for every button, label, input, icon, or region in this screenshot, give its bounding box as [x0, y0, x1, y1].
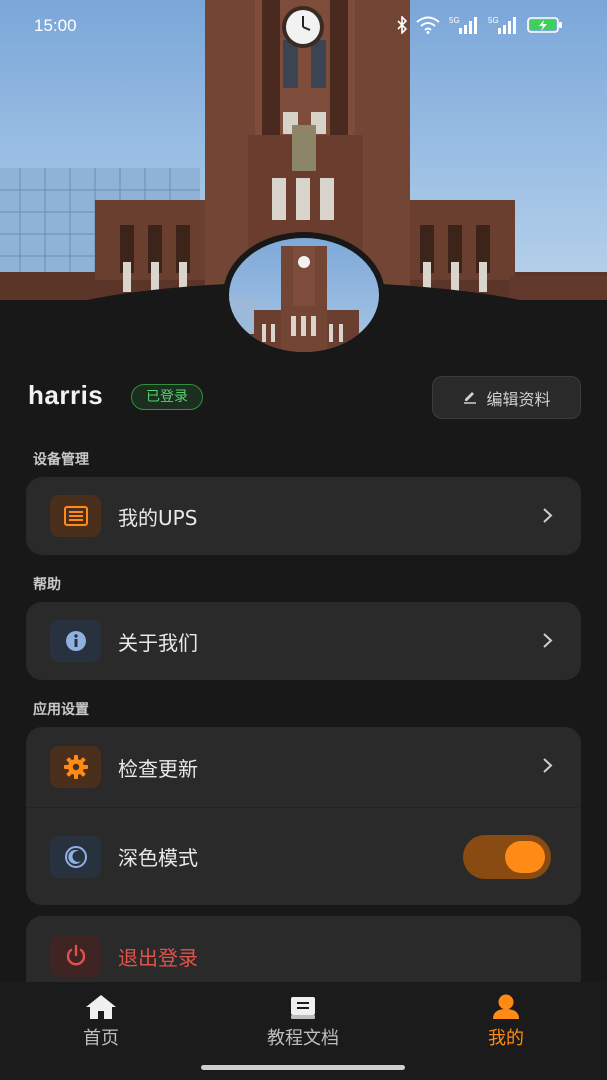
info-icon: [50, 620, 101, 662]
menu-item-about-us[interactable]: 关于我们: [26, 602, 581, 680]
status-badge: 已登录: [131, 384, 203, 410]
edit-profile-button[interactable]: 编辑资料: [432, 376, 581, 419]
battery-charging-icon: [527, 15, 563, 35]
svg-text:5G: 5G: [449, 16, 460, 25]
section-title-settings: 应用设置: [33, 702, 89, 718]
avatar[interactable]: [223, 232, 385, 358]
nav-tutorial[interactable]: 教程文档: [233, 982, 373, 1052]
signal-5g-icon: 5G: [488, 15, 518, 35]
section-title-device: 设备管理: [33, 452, 89, 468]
section-title-help: 帮助: [33, 577, 61, 593]
status-bar: 15:00 5G 5G: [0, 0, 607, 52]
profile-icon: [492, 994, 520, 1020]
settings-card: 检查更新 深色模式: [26, 727, 581, 905]
chevron-right-icon: [543, 758, 553, 773]
device-card: 我的UPS: [26, 477, 581, 555]
avatar-photo: [229, 238, 379, 352]
signal-5g-icon: 5G: [449, 15, 479, 35]
menu-item-label: 关于我们: [118, 630, 198, 655]
nav-home[interactable]: 首页: [31, 982, 171, 1052]
gear-icon: [50, 746, 101, 788]
menu-item-check-update[interactable]: 检查更新: [26, 727, 581, 807]
home-icon: [85, 994, 117, 1020]
edit-icon: [462, 388, 478, 408]
logout-label: 退出登录: [118, 945, 198, 970]
home-indicator: [201, 1065, 405, 1070]
book-icon: [289, 994, 317, 1020]
username: harris: [28, 380, 104, 410]
dark-mode-icon: [50, 835, 101, 878]
ups-device-icon: [50, 495, 101, 537]
menu-item-dark-mode: 深色模式: [26, 807, 581, 905]
svg-text:5G: 5G: [488, 16, 499, 25]
menu-item-label: 深色模式: [118, 846, 198, 870]
nav-profile[interactable]: 我的: [436, 982, 576, 1052]
dark-mode-toggle[interactable]: [463, 835, 551, 879]
chevron-right-icon: [543, 633, 553, 648]
toggle-knob: [505, 841, 545, 873]
status-time: 15:00: [34, 16, 77, 35]
bluetooth-icon: [397, 15, 407, 35]
power-icon: [50, 935, 101, 977]
edit-profile-label: 编辑资料: [486, 389, 551, 409]
menu-item-label: 检查更新: [118, 756, 198, 781]
nav-label: 教程文档: [267, 1028, 339, 1049]
wifi-icon: [416, 15, 440, 35]
nav-label: 我的: [488, 1028, 524, 1049]
help-card: 关于我们: [26, 602, 581, 680]
chevron-right-icon: [543, 508, 553, 523]
menu-item-my-ups[interactable]: 我的UPS: [26, 477, 581, 555]
menu-item-label: 我的UPS: [118, 505, 198, 530]
nav-label: 首页: [83, 1028, 119, 1049]
